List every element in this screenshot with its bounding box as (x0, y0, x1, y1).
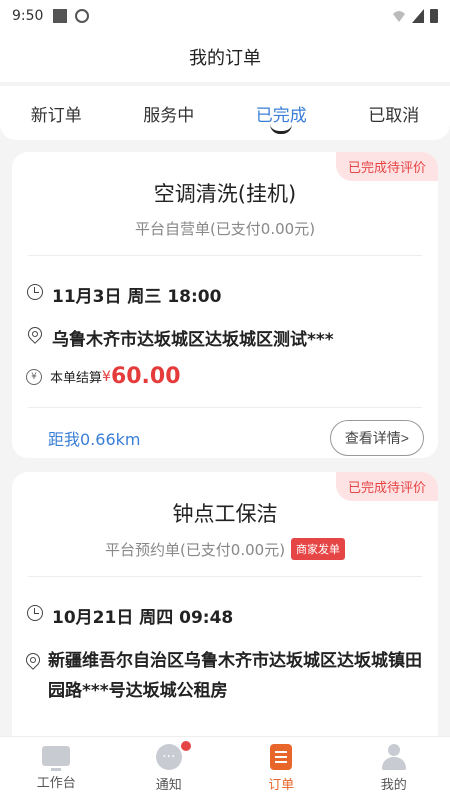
wifi-icon (393, 11, 405, 22)
active-tab-indicator (270, 124, 293, 134)
nav-label: 订单 (268, 778, 295, 793)
tab-new[interactable]: 新订单 (0, 86, 113, 140)
order-address-row: 新疆维吾尔自治区乌鲁木齐市达坂城区达坂城镇田园路***号达坂城公租房 (12, 646, 438, 706)
profile-icon (381, 744, 407, 770)
order-address: 乌鲁木齐市达坂城区达坂城区测试*** (52, 330, 334, 350)
bottom-nav: 工作台 ··· 通知 订单 我的 (0, 736, 450, 800)
status-bar: 9:50 (0, 0, 450, 32)
view-details-button[interactable]: 查看详情> (329, 420, 424, 456)
order-time-row: 11月3日 周三 18:00 (12, 282, 438, 307)
location-pin-icon (25, 324, 45, 344)
nav-label: 我的 (380, 778, 407, 793)
card-footer: 距我0.66km 查看详情> (12, 420, 438, 456)
notification-square-icon (53, 9, 68, 23)
order-time: 10月21日 周四 09:48 (52, 608, 234, 628)
settle-label: 本单结算 (50, 371, 103, 386)
clock-icon (27, 284, 43, 300)
currency-symbol: ¥ (102, 368, 111, 385)
order-type-label: 平台自营单(已支付0.00元) (134, 220, 316, 238)
workbench-icon (42, 746, 71, 771)
nav-label: 通知 (155, 778, 182, 793)
nav-orders[interactable]: 订单 (225, 737, 338, 800)
status-time: 9:50 (12, 8, 44, 24)
order-card[interactable]: 已完成待评价 钟点工保洁 平台预约单(已支付0.00元) 商家发单 10月21日… (12, 472, 438, 752)
settlement-row: ¥ 本单结算 ¥ 60.00 (12, 364, 438, 389)
tab-label: 已取消 (368, 105, 420, 126)
order-title: 钟点工保洁 (172, 502, 278, 526)
battery-icon (430, 9, 438, 23)
money-bag-icon: ¥ (26, 368, 42, 385)
divider (28, 407, 422, 408)
order-address: 新疆维吾尔自治区乌鲁木齐市达坂城区达坂城镇田园路***号达坂城公租房 (48, 651, 422, 701)
order-address-row: 乌鲁木齐市达坂城区达坂城区测试*** (12, 324, 438, 350)
distance-label: 距我0.66km (48, 430, 141, 449)
page-title: 我的订单 (0, 32, 450, 82)
location-pin-icon (23, 650, 43, 670)
order-icon (270, 744, 293, 770)
signal-icon (412, 9, 424, 23)
tab-completed[interactable]: 已完成 (225, 86, 338, 140)
unread-dot (181, 741, 191, 751)
divider (28, 576, 422, 577)
tab-label: 已完成 (255, 105, 307, 126)
nav-workbench[interactable]: 工作台 (0, 737, 113, 800)
nav-label: 工作台 (36, 776, 76, 791)
tab-cancelled[interactable]: 已取消 (338, 86, 450, 140)
status-badge: 已完成待评价 (335, 152, 438, 181)
sync-icon (75, 9, 90, 23)
clock-icon (27, 605, 43, 621)
order-card[interactable]: 已完成待评价 空调清洗(挂机) 平台自营单(已支付0.00元) 11月3日 周三… (12, 152, 438, 458)
merchant-order-tag: 商家发单 (291, 538, 346, 560)
order-subtitle: 平台预约单(已支付0.00元) 商家发单 (12, 538, 438, 560)
order-time-row: 10月21日 周四 09:48 (12, 603, 438, 628)
order-time: 11月3日 周三 18:00 (52, 287, 222, 307)
divider (28, 255, 422, 256)
status-badge: 已完成待评价 (335, 472, 438, 501)
tab-label: 新订单 (30, 105, 82, 126)
order-subtitle: 平台自营单(已支付0.00元) (12, 218, 438, 239)
tab-in-service[interactable]: 服务中 (113, 86, 226, 140)
tab-label: 服务中 (143, 105, 195, 126)
notification-icon: ··· (155, 744, 182, 770)
order-tabs: 新订单 服务中 已完成 已取消 (0, 86, 450, 140)
nav-notifications[interactable]: ··· 通知 (113, 737, 226, 800)
nav-profile[interactable]: 我的 (338, 737, 450, 800)
settle-amount: 60.00 (110, 364, 181, 389)
order-type-label: 平台预约单(已支付0.00元) (104, 540, 286, 559)
order-title: 空调清洗(挂机) (153, 182, 297, 206)
